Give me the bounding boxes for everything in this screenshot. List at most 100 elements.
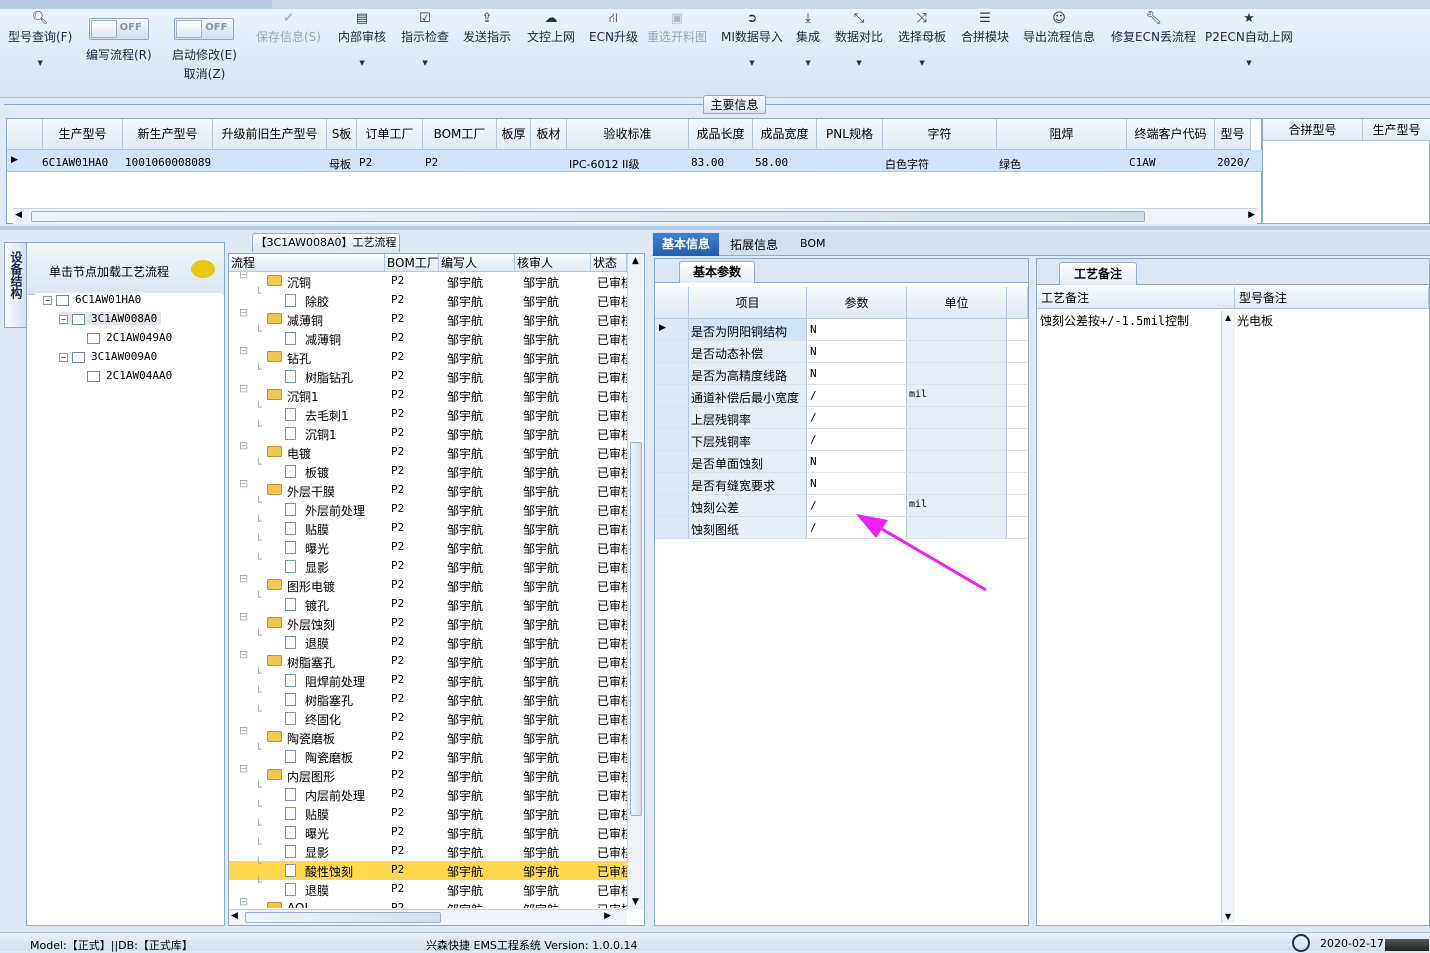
flow-row[interactable]: └ 显影 P2 邹宇航 邹宇航 已审核 [229,553,627,576]
param-row[interactable]: 通道补偿后最小宽度 / mil [655,385,1027,407]
flow-row[interactable]: └ 去毛刺1 P2 邹宇航 邹宇航 已审核 [229,401,627,424]
row-cell[interactable]: 绿色 [999,156,1125,172]
tree-node-selected[interactable]: −3C1AW008A0 [59,312,162,325]
dropdown-arrow-icon[interactable]: ▼ [1205,59,1293,67]
flow-row[interactable]: └ 板镀 P2 邹宇航 邹宇航 已审核 [229,458,627,481]
row-selector[interactable] [655,363,689,384]
flow-row[interactable]: └ 退膜 P2 邹宇航 邹宇航 已审核 [229,876,627,899]
scrollbar-thumb[interactable] [630,442,642,816]
col-header-unit[interactable]: 单位 [907,287,1007,319]
col-header[interactable]: PNL规格 [817,119,883,150]
row-cell[interactable]: IPC-6012 II级 [569,156,687,172]
col-header[interactable]: 型号 [1215,119,1251,150]
integration-button[interactable]: ⤓ 集成 ▼ [796,10,820,67]
flow-row[interactable]: ⊟ 沉铜1 P2 邹宇航 邹宇航 已审核 [229,382,627,405]
row-selector[interactable] [655,473,689,494]
flow-row[interactable]: ⊟ 陶瓷磨板 P2 邹宇航 邹宇航 已审核 [229,724,627,747]
fix-ecn-lost-flow-button[interactable]: 🔧︎ 修复ECN丢流程 [1111,10,1196,45]
start-modify-toggle[interactable]: OFF 启动修改(E) 取消(Z) [172,18,237,82]
row-cell[interactable]: 10010600080890 [125,156,211,169]
flow-row[interactable]: ⊟ 沉铜 P2 邹宇航 邹宇航 已审核 [229,272,627,291]
row-selector[interactable] [655,495,689,516]
flow-row[interactable]: └ 陶瓷磨板 P2 邹宇航 邹宇航 已审核 [229,743,627,766]
col-header[interactable]: 阻焊 [997,119,1127,150]
row-selector[interactable] [655,429,689,450]
tab-basic-params[interactable]: 基本参数 [679,261,755,283]
flow-row[interactable]: └ 显影 P2 邹宇航 邹宇航 已审核 [229,838,627,861]
flow-row[interactable]: ⊟ AOI P2 邹宇航 邹宇航 已审核 [229,895,627,908]
param-value[interactable]: / [810,433,817,446]
flow-row[interactable]: └ 树脂塞孔 P2 邹宇航 邹宇航 已审核 [229,686,627,709]
param-row[interactable]: ▶ 是否为阴阳铜结构 N [655,319,1027,341]
param-value[interactable]: N [810,367,817,380]
scrollbar-thumb[interactable] [245,912,441,923]
dropdown-arrow-icon[interactable]: ▼ [8,59,72,67]
param-value[interactable]: N [810,323,817,336]
param-row[interactable]: 是否动态补偿 N [655,341,1027,363]
flow-row[interactable]: └ 除胶 P2 邹宇航 邹宇航 已审核 [229,287,627,310]
scrollbar-thumb[interactable] [31,211,1145,222]
col-header[interactable]: 字符 [883,119,997,150]
flow-row[interactable]: └ 酸性蚀刻 P2 邹宇航 邹宇航 已审核 [229,857,627,880]
flow-row[interactable]: └ 贴膜 P2 邹宇航 邹宇航 已审核 [229,515,627,538]
row-cell[interactable]: 83.00 [691,156,751,169]
toggle-switch[interactable]: OFF [88,18,149,40]
flow-row[interactable]: └ 沉铜1 P2 邹宇航 邹宇航 已审核 [229,420,627,443]
row-cell[interactable]: 2020/2 [1217,156,1249,169]
collapse-icon[interactable]: ⊟ [239,572,248,585]
flow-row[interactable]: ⊟ 树脂塞孔 P2 邹宇航 邹宇航 已审核 [229,648,627,671]
flow-row[interactable]: ⊟ 外层干膜 P2 邹宇航 邹宇航 已审核 [229,477,627,500]
device-structure-tab[interactable]: 设备结构 [4,242,26,328]
data-compare-button[interactable]: ⤡ 数据对比 ▼ [835,10,883,67]
col-header[interactable]: 核审人 [515,254,591,272]
param-row[interactable]: 是否为高精度线路 N [655,363,1027,385]
flow-row[interactable]: └ 阻焊前处理 P2 邹宇航 邹宇航 已审核 [229,667,627,690]
model-remark-text[interactable]: 光电板 [1237,312,1273,329]
col-header[interactable]: 编写人 [439,254,515,272]
row-cell[interactable]: P2 [425,156,495,169]
row-selector[interactable]: ▶ [655,319,689,340]
col-header-param[interactable]: 参数 [807,287,907,319]
col-header[interactable]: 生产型号 [43,119,123,150]
collapse-icon[interactable]: ⊟ [239,477,248,490]
dropdown-arrow-icon[interactable]: ▼ [835,59,883,67]
export-flow-info-button[interactable]: ☺ 导出流程信息 [1023,10,1095,45]
collapse-icon[interactable]: ⊟ [239,382,248,395]
flow-row[interactable]: └ 镀孔 P2 邹宇航 邹宇航 已审核 [229,591,627,614]
param-value[interactable]: / [810,521,817,534]
param-value[interactable]: N [810,455,817,468]
param-row[interactable]: 上层残铜率 / [655,407,1027,429]
col-header[interactable]: 升级前旧生产型号 [213,119,327,150]
internal-review-button[interactable]: ▤ 内部审核 ▼ [338,10,386,67]
merge-module-button[interactable]: ☰ 合拼模块 [961,10,1009,45]
flow-row[interactable]: ⊟ 内层图形 P2 邹宇航 邹宇航 已审核 [229,762,627,785]
col-header[interactable]: 新生产型号 [123,119,213,150]
select-motherboard-button[interactable]: ⤨ 选择母板 ▼ [898,10,946,67]
row-cell[interactable]: 6C1AW01HA0 [42,156,118,169]
param-value-cell[interactable]: / [807,385,907,406]
flow-row[interactable]: ⊟ 钻孔 P2 邹宇航 邹宇航 已审核 [229,344,627,367]
tree-node[interactable]: −6C1AW01HA0 [43,293,141,306]
flow-row[interactable]: └ 曝光 P2 邹宇航 邹宇航 已审核 [229,534,627,557]
param-value[interactable]: / [810,389,817,402]
reselect-cut-drawing-button[interactable]: ▣ 重选开料图 [647,10,707,45]
flow-row[interactable]: ⊟ 减薄铜 P2 邹宇航 邹宇航 已审核 [229,306,627,329]
row-selector[interactable] [655,517,689,538]
row-selector[interactable] [655,341,689,362]
param-value-cell[interactable]: N [807,473,907,494]
row-cell[interactable]: 58.00 [755,156,815,169]
param-row[interactable]: 是否单面蚀刻 N [655,451,1027,473]
param-value-cell[interactable]: / [807,429,907,450]
collapse-icon[interactable]: ⊟ [239,895,248,908]
col-header[interactable]: 流程 [229,254,385,272]
row-cell[interactable]: 母板 [329,156,355,172]
tree-node[interactable]: 2C1AW049A0 [87,331,172,344]
doc-online-button[interactable]: ☁ 文控上网 [527,10,575,45]
ecn-upgrade-button[interactable]: ⛙ ECN升级 [589,10,638,45]
row-selector[interactable] [655,451,689,472]
col-header[interactable]: 终端客户代码 [1127,119,1215,150]
horizontal-scrollbar[interactable]: ◀ ▶ [229,909,627,925]
save-info-button[interactable]: ✔ 保存信息(S) [256,10,321,45]
col-header[interactable]: 板厚 [497,119,531,150]
scroll-left-icon[interactable]: ◀ [231,911,238,921]
